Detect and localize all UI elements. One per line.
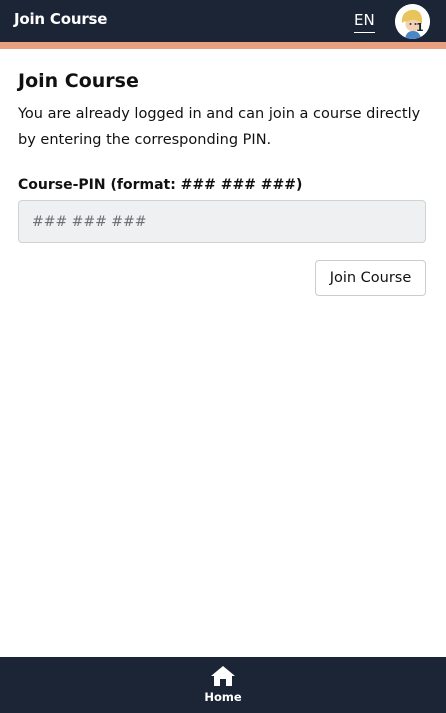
- join-course-button[interactable]: Join Course: [315, 260, 426, 296]
- top-app-bar: Join Course EN 1: [0, 0, 446, 42]
- nav-item-home-label: Home: [204, 690, 242, 704]
- home-icon: [211, 666, 235, 686]
- accent-stripe: [0, 42, 446, 49]
- notification-count-badge: 1: [416, 21, 424, 34]
- intro-text: You are already logged in and can join a…: [18, 106, 421, 148]
- app-bar-title: Join Course: [14, 10, 108, 28]
- course-pin-input[interactable]: [18, 200, 426, 243]
- course-pin-label: Course-PIN (format: ### ### ###): [18, 177, 303, 193]
- user-avatar-icon[interactable]: [395, 4, 430, 39]
- nav-item-home[interactable]: Home: [193, 657, 253, 713]
- bottom-navigation: Home: [0, 657, 446, 713]
- language-switcher[interactable]: EN: [354, 11, 375, 33]
- page-title: Join Course: [18, 70, 139, 92]
